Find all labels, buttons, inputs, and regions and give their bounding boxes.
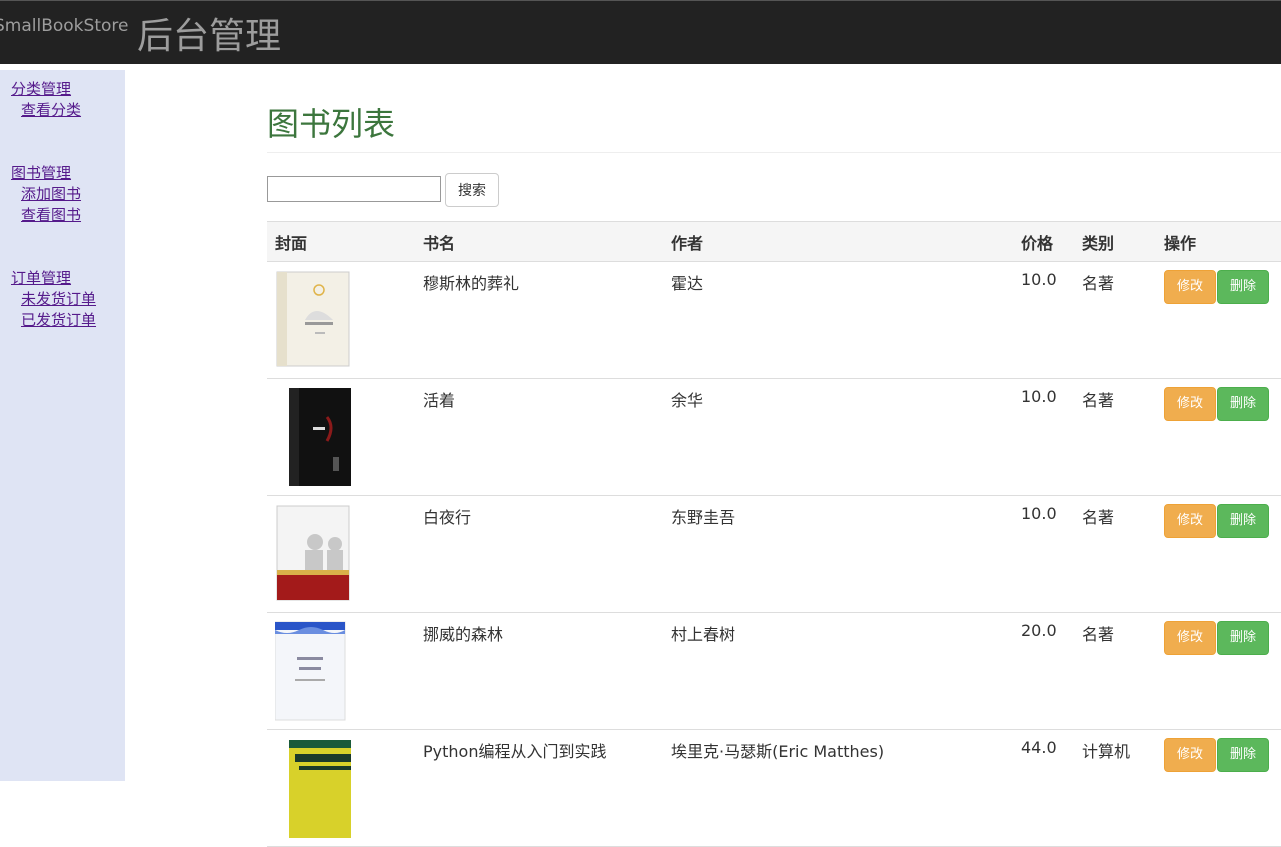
sidebar: 分类管理 查看分类 图书管理 添加图书 查看图书 订单管理 未发货订单 已发货订… [0, 70, 125, 781]
edit-button[interactable]: 修改 [1164, 621, 1217, 655]
table-header-row: 封面 书名 作者 价格 类别 操作 [267, 221, 1281, 262]
book-cover-image [289, 740, 351, 838]
book-price: 10.0 [1013, 495, 1074, 613]
book-category: 名著 [1074, 261, 1156, 379]
cover-cell [267, 612, 415, 730]
actions-cell: 修改 删除 [1156, 378, 1281, 496]
book-name: 穆斯林的葬礼 [415, 261, 663, 379]
book-price: 10.0 [1013, 261, 1074, 379]
sidebar-item-unshipped-orders[interactable]: 未发货订单 [11, 289, 96, 310]
book-cover-image [289, 388, 351, 486]
edit-button[interactable]: 修改 [1164, 387, 1217, 421]
header-actions: 操作 [1156, 221, 1281, 262]
edit-button[interactable]: 修改 [1164, 504, 1217, 538]
sidebar-item-view-books[interactable]: 查看图书 [11, 205, 81, 226]
books-table: 封面 书名 作者 价格 类别 操作 穆斯林的葬礼 霍达 10.0 名著 修改 删… [267, 221, 1281, 847]
sidebar-item-view-category[interactable]: 查看分类 [11, 100, 81, 121]
book-name: Python编程从入门到实践 [415, 729, 663, 847]
book-category: 名著 [1074, 612, 1156, 730]
book-category: 名著 [1074, 378, 1156, 496]
book-cover-image [276, 271, 350, 367]
book-author: 埃里克·马瑟斯(Eric Matthes) [663, 729, 1013, 847]
table-row: 挪威的森林 村上春树 20.0 名著 修改 删除 [267, 612, 1281, 730]
header-category: 类别 [1074, 221, 1156, 262]
search-button[interactable]: 搜索 [445, 173, 499, 207]
actions-cell: 修改 删除 [1156, 729, 1281, 847]
header-name: 书名 [415, 221, 663, 262]
book-price: 10.0 [1013, 378, 1074, 496]
title-divider [267, 152, 1281, 153]
book-author: 霍达 [663, 261, 1013, 379]
book-price: 20.0 [1013, 612, 1074, 730]
actions-cell: 修改 删除 [1156, 261, 1281, 379]
edit-button[interactable]: 修改 [1164, 738, 1217, 772]
sidebar-head-category[interactable]: 分类管理 [11, 79, 81, 100]
book-cover-image [276, 505, 350, 601]
delete-button[interactable]: 删除 [1217, 621, 1270, 655]
book-author: 东野圭吾 [663, 495, 1013, 613]
cover-cell [267, 495, 415, 613]
edit-button[interactable]: 修改 [1164, 270, 1217, 304]
delete-button[interactable]: 删除 [1217, 504, 1270, 538]
admin-title: 后台管理 [137, 16, 282, 57]
table-row: 白夜行 东野圭吾 10.0 名著 修改 删除 [267, 495, 1281, 613]
table-row: Python编程从入门到实践 埃里克·马瑟斯(Eric Matthes) 44.… [267, 729, 1281, 847]
book-author: 村上春树 [663, 612, 1013, 730]
cover-cell [267, 378, 415, 496]
book-name: 挪威的森林 [415, 612, 663, 730]
table-row: 活着 余华 10.0 名著 修改 删除 [267, 378, 1281, 496]
sidebar-group-orders: 订单管理 未发货订单 已发货订单 [11, 268, 96, 331]
page-title: 图书列表 [267, 105, 396, 143]
cover-cell [267, 729, 415, 847]
book-author: 余华 [663, 378, 1013, 496]
sidebar-head-books[interactable]: 图书管理 [11, 163, 81, 184]
sidebar-group-books: 图书管理 添加图书 查看图书 [11, 163, 81, 226]
search-input[interactable] [267, 176, 441, 202]
book-category: 名著 [1074, 495, 1156, 613]
sidebar-item-shipped-orders[interactable]: 已发货订单 [11, 310, 96, 331]
book-cover-image [275, 621, 346, 721]
header-price: 价格 [1013, 221, 1074, 262]
actions-cell: 修改 删除 [1156, 495, 1281, 613]
delete-button[interactable]: 删除 [1217, 738, 1270, 772]
book-name: 白夜行 [415, 495, 663, 613]
delete-button[interactable]: 删除 [1217, 270, 1270, 304]
book-price: 44.0 [1013, 729, 1074, 847]
header-author: 作者 [663, 221, 1013, 262]
header-cover: 封面 [267, 221, 415, 262]
sidebar-item-add-book[interactable]: 添加图书 [11, 184, 81, 205]
delete-button[interactable]: 删除 [1217, 387, 1270, 421]
book-category: 计算机 [1074, 729, 1156, 847]
book-name: 活着 [415, 378, 663, 496]
top-navbar: SmallBookStore 后台管理 [0, 0, 1281, 64]
cover-cell [267, 261, 415, 379]
actions-cell: 修改 删除 [1156, 612, 1281, 730]
sidebar-group-category: 分类管理 查看分类 [11, 79, 81, 121]
sidebar-head-orders[interactable]: 订单管理 [11, 268, 96, 289]
table-row: 穆斯林的葬礼 霍达 10.0 名著 修改 删除 [267, 261, 1281, 379]
brand-link[interactable]: SmallBookStore [0, 16, 128, 36]
